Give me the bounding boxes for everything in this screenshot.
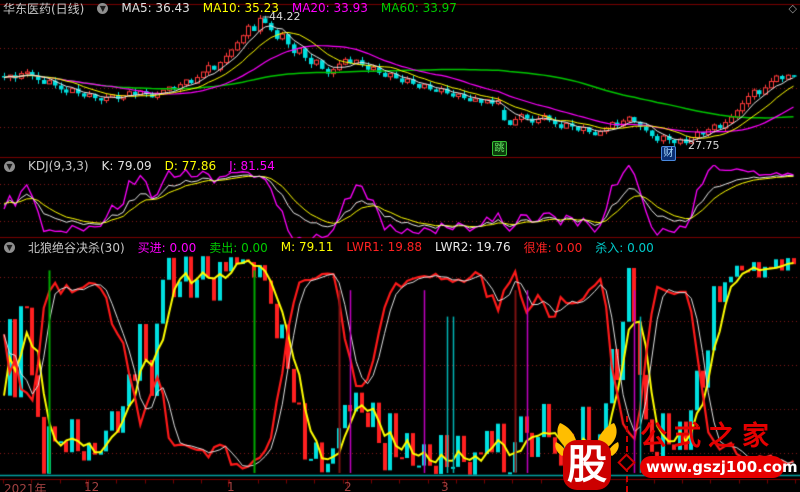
kdj-k-value: K: 79.09 (102, 159, 152, 173)
stock-title: 华东医药(日线) (3, 0, 84, 17)
ma5-value: MA5: 36.43 (121, 1, 189, 15)
ma10-value: MA10: 35.23 (203, 1, 279, 15)
chevron-down-icon[interactable]: ▼ (4, 242, 15, 253)
indicator-title: 北狼绝谷决杀(30) (28, 239, 125, 256)
main-panel-header: 华东医药(日线) ▼ MA5: 36.43 MA10: 35.23 MA20: … (3, 1, 457, 15)
watermark-site-name: 公式之家 (640, 422, 782, 452)
chevron-down-icon[interactable]: ▼ (4, 161, 15, 172)
kdj-j-value: J: 81.54 (229, 159, 275, 173)
accurate-value: 很准: 0.00 (524, 239, 583, 256)
watermark: 股 公式之家 www.gszj100.com (546, 414, 782, 492)
watermark-url: www.gszj100.com (640, 456, 784, 478)
axis-label-dec: 12 (84, 480, 99, 492)
axis-label-year: 2021年 (4, 480, 47, 492)
sell-value: 卖出: 0.00 (209, 239, 268, 256)
corner-diamond-icon[interactable]: ◇ (789, 2, 797, 15)
gap-marker-icon[interactable]: 跳 (492, 141, 507, 156)
indicator-panel-header: ▼ 北狼绝谷决杀(30) 买进: 0.00 卖出: 0.00 M: 79.11 … (4, 240, 654, 254)
kdj-panel-header: ▼ KDJ(9,3,3) K: 79.09 D: 77.86 J: 81.54 (4, 159, 275, 173)
kill-value: 杀入: 0.00 (595, 239, 654, 256)
kdj-d-value: D: 77.86 (165, 159, 216, 173)
axis-label-jan: 1 (227, 480, 235, 492)
lwr2-value: LWR2: 19.76 (435, 240, 511, 254)
ma20-value: MA20: 33.93 (292, 1, 368, 15)
axis-label-mar: 3 (441, 480, 449, 492)
axis-label-feb: 2 (344, 480, 352, 492)
buy-value: 买进: 0.00 (138, 239, 197, 256)
kdj-title: KDJ(9,3,3) (28, 159, 89, 173)
chevron-down-icon[interactable]: ▼ (97, 3, 108, 14)
bull-char: 股 (567, 442, 607, 488)
app-root: 华东医药(日线) ▼ MA5: 36.43 MA10: 35.23 MA20: … (0, 0, 800, 492)
news-marker-icon[interactable]: 财 (661, 146, 676, 161)
ma60-value: MA60: 33.97 (381, 1, 457, 15)
m-value: M: 79.11 (281, 240, 334, 254)
trough-price-label: 27.75 (688, 139, 720, 152)
bull-logo-icon: 股 (552, 422, 622, 492)
lwr1-value: LWR1: 19.88 (346, 240, 422, 254)
peak-price-label: 44.22 (269, 10, 301, 23)
